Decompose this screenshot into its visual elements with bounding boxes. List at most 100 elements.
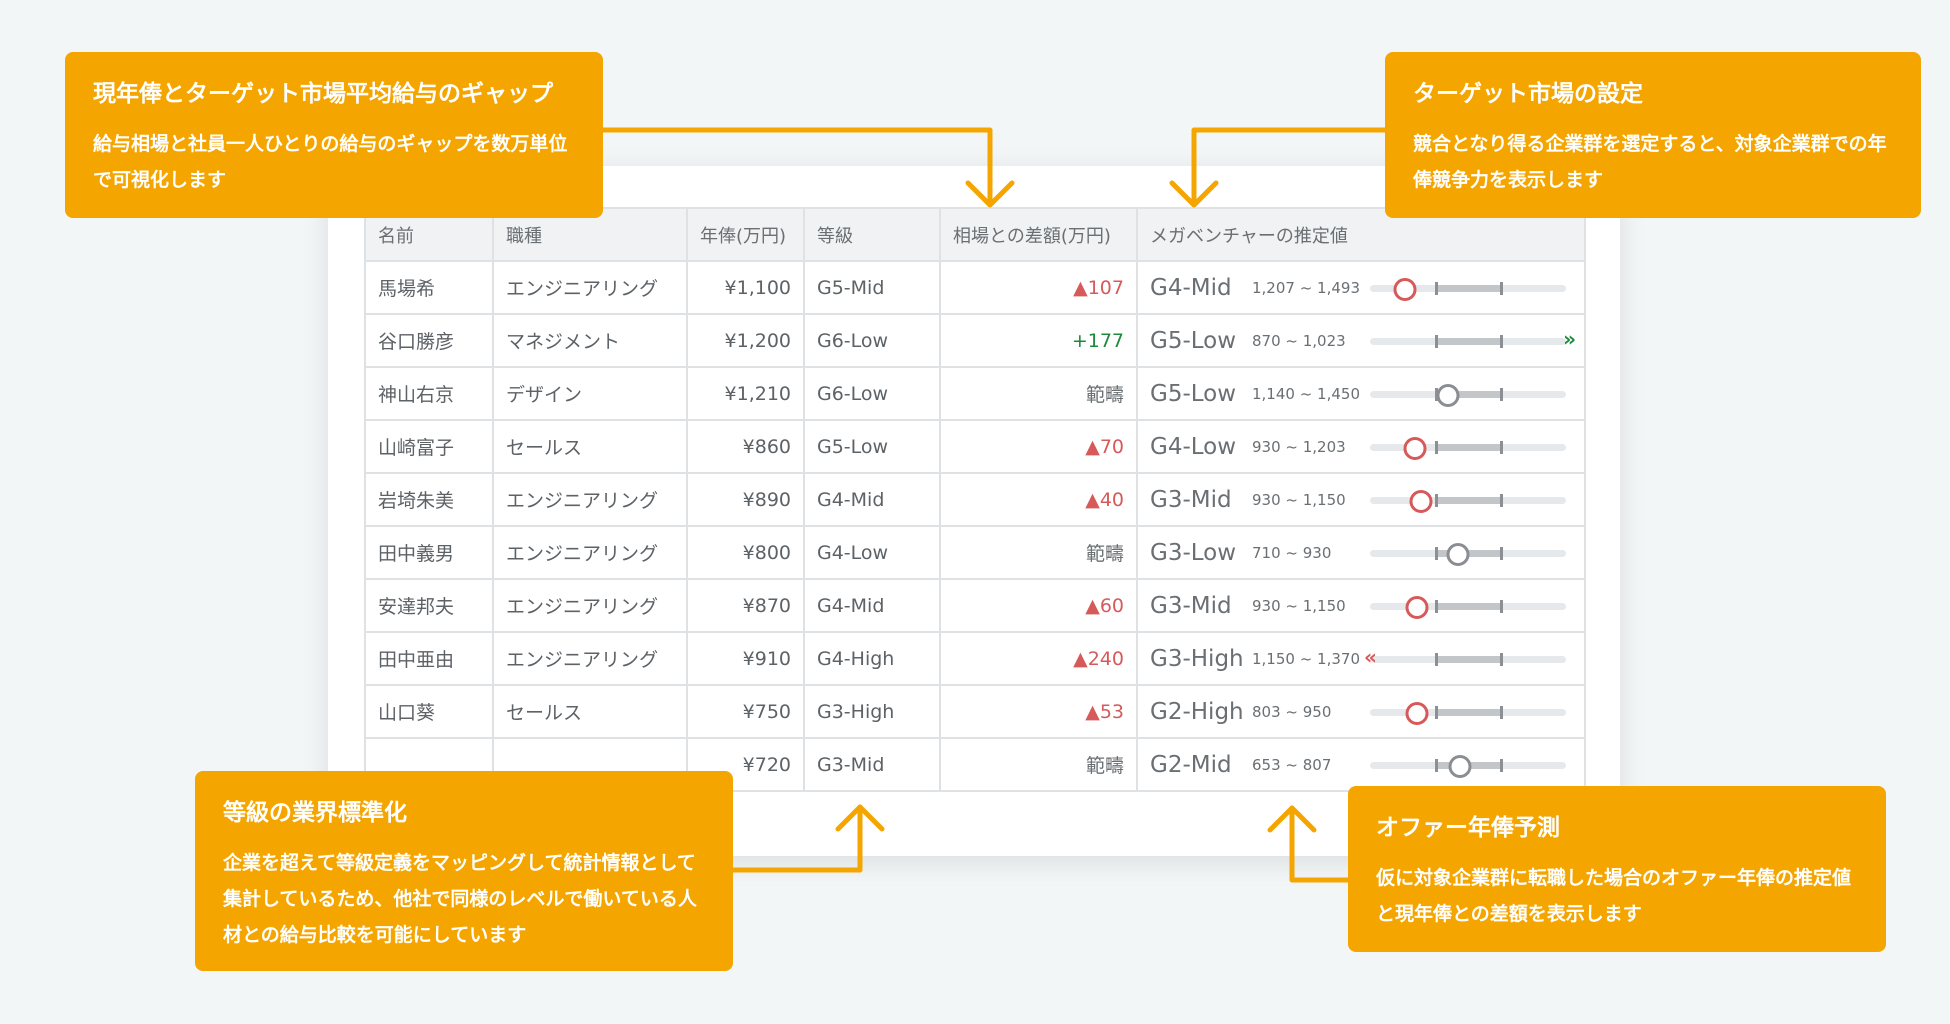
range-bar: [1370, 488, 1566, 513]
range-min-tick: [1435, 334, 1438, 348]
market-difference: ▲240: [939, 631, 1138, 686]
callout-salary-gap: 現年俸とターゲット市場平均給与のギャップ 給与相場と社員一人ひとりの給与のギャッ…: [65, 52, 603, 218]
table-row[interactable]: 田中義男 エンジニアリング ¥800 G4-Low 範疇 G3-Low 710 ~ 930: [364, 525, 1586, 580]
header-salary[interactable]: 年俸(万円): [686, 207, 805, 262]
callout-offer-forecast-title: オファー年俸予測: [1376, 815, 1560, 841]
callout-target-market-body: 競合となり得る企業群を選定すると、対象企業群での年俸競争力を表示します: [1413, 133, 1887, 191]
range-max-tick: [1500, 493, 1503, 507]
grade: G6-Low: [803, 313, 941, 368]
range-bar: [1370, 276, 1566, 301]
table-row[interactable]: 馬場希 エンジニアリング ¥1,100 G5-Mid ▲107 G4-Mid 1,207 ~…: [364, 260, 1586, 315]
estimate-group: G3-High 1,150 ~ 1,370 «: [1150, 634, 1572, 683]
range-bar: [1370, 594, 1566, 619]
range-bar: [1370, 700, 1566, 725]
annual-salary: ¥860: [686, 419, 805, 474]
market-difference: 範疇: [939, 737, 1138, 792]
range-max-tick: [1500, 705, 1503, 719]
estimate-cell: G3-Mid 930 ~ 1,150: [1136, 578, 1586, 633]
range-max-tick: [1500, 599, 1503, 613]
estimate-cell: G5-Low 1,140 ~ 1,450: [1136, 366, 1586, 421]
salary-position-marker: [1405, 595, 1429, 619]
range-min-tick: [1435, 440, 1438, 454]
market-difference: ▲60: [939, 578, 1138, 633]
estimate-group: G2-High 803 ~ 950: [1150, 687, 1572, 736]
job-type: デザイン: [492, 366, 688, 421]
range-max-tick: [1500, 281, 1503, 295]
salary-position-marker: [1436, 383, 1460, 407]
range-min-tick: [1435, 705, 1438, 719]
grade: G4-High: [803, 631, 941, 686]
employee-name: 山口葵: [364, 684, 494, 739]
callout-grade-standard: 等級の業界標準化 企業を超えて等級定義をマッピングして統計情報として集計している…: [195, 771, 733, 971]
range-min-tick: [1435, 281, 1438, 295]
estimated-grade: G3-Mid: [1150, 486, 1232, 513]
market-difference: +177: [939, 313, 1138, 368]
employee-name: 田中義男: [364, 525, 494, 580]
header-diff[interactable]: 相場との差額(万円): [939, 207, 1138, 262]
grade: G4-Mid: [803, 578, 941, 633]
employee-name: 山崎富子: [364, 419, 494, 474]
range-max-tick: [1500, 546, 1503, 560]
job-type: マネジメント: [492, 313, 688, 368]
table-row[interactable]: 安達邦夫 エンジニアリング ¥870 G4-Mid ▲60 G3-Mid 930 ~ 1,1…: [364, 578, 1586, 633]
job-type: セールス: [492, 684, 688, 739]
header-grade[interactable]: 等級: [803, 207, 941, 262]
range-max-tick: [1500, 387, 1503, 401]
estimate-group: G3-Mid 930 ~ 1,150: [1150, 581, 1572, 630]
estimated-grade: G4-Low: [1150, 433, 1237, 460]
estimated-range: 930 ~ 1,203: [1252, 437, 1346, 456]
range-band: [1436, 284, 1502, 292]
estimated-grade: G5-Low: [1150, 327, 1237, 354]
range-bar: [1370, 753, 1566, 778]
estimated-grade: G2-High: [1150, 698, 1244, 725]
salary-position-marker: [1403, 436, 1427, 460]
estimate-cell: G3-High 1,150 ~ 1,370 «: [1136, 631, 1586, 686]
range-band: [1436, 337, 1502, 345]
job-type: エンジニアリング: [492, 472, 688, 527]
range-min-tick: [1435, 546, 1438, 560]
estimate-cell: G2-Mid 653 ~ 807: [1136, 737, 1586, 792]
chevron-left-icon: «: [1364, 644, 1377, 669]
table-row[interactable]: 神山右京 デザイン ¥1,210 G6-Low 範疇 G5-Low 1,140 ~ 1,45…: [364, 366, 1586, 421]
job-type: エンジニアリング: [492, 525, 688, 580]
range-bar: [1370, 435, 1566, 460]
estimate-cell: G4-Low 930 ~ 1,203: [1136, 419, 1586, 474]
chevron-right-icon: »: [1563, 326, 1576, 351]
table-row[interactable]: 田中亜由 エンジニアリング ¥910 G4-High ▲240 G3-High 1,150 …: [364, 631, 1586, 686]
table-row[interactable]: 岩埼朱美 エンジニアリング ¥890 G4-Mid ▲40 G3-Mid 930 ~ 1,1…: [364, 472, 1586, 527]
range-band: [1436, 602, 1502, 610]
range-bar: [1370, 541, 1566, 566]
employee-name: 神山右京: [364, 366, 494, 421]
annual-salary: ¥1,200: [686, 313, 805, 368]
estimated-range: 930 ~ 1,150: [1252, 490, 1346, 509]
estimate-group: G3-Mid 930 ~ 1,150: [1150, 475, 1572, 524]
range-band: [1436, 655, 1502, 663]
table-row[interactable]: 山崎富子 セールス ¥860 G5-Low ▲70 G4-Low 930 ~ 1,203: [364, 419, 1586, 474]
range-bar: [1370, 382, 1566, 407]
estimated-grade: G4-Mid: [1150, 274, 1232, 301]
grade: G4-Low: [803, 525, 941, 580]
salary-position-marker: [1393, 277, 1417, 301]
range-min-tick: [1435, 599, 1438, 613]
range-max-tick: [1500, 758, 1503, 772]
job-type: エンジニアリング: [492, 631, 688, 686]
estimate-group: G5-Low 870 ~ 1,023 »: [1150, 316, 1576, 365]
range-bar: «: [1364, 645, 1566, 671]
callout-grade-standard-body: 企業を超えて等級定義をマッピングして統計情報として集計しているため、他社で同様の…: [223, 852, 697, 946]
callout-salary-gap-body: 給与相場と社員一人ひとりの給与のギャップを数万単位で可視化します: [93, 133, 568, 191]
table-row[interactable]: 山口葵 セールス ¥750 G3-High ▲53 G2-High 803 ~ 950: [364, 684, 1586, 739]
estimated-grade: G3-High: [1150, 645, 1244, 672]
range-min-tick: [1435, 652, 1438, 666]
annual-salary: ¥750: [686, 684, 805, 739]
job-type: セールス: [492, 419, 688, 474]
callout-target-market-title: ターゲット市場の設定: [1413, 81, 1643, 107]
employee-name: 谷口勝彦: [364, 313, 494, 368]
market-difference: ▲53: [939, 684, 1138, 739]
estimated-range: 870 ~ 1,023: [1252, 331, 1346, 350]
table-row[interactable]: 谷口勝彦 マネジメント ¥1,200 G6-Low +177 G5-Low 870 ~ 1,…: [364, 313, 1586, 368]
callout-offer-forecast: オファー年俸予測 仮に対象企業群に転職した場合のオファー年俸の推定値と現年俸との…: [1348, 786, 1886, 952]
estimated-grade: G3-Low: [1150, 539, 1237, 566]
annual-salary: ¥890: [686, 472, 805, 527]
annual-salary: ¥800: [686, 525, 805, 580]
callout-grade-standard-title: 等級の業界標準化: [223, 800, 407, 826]
